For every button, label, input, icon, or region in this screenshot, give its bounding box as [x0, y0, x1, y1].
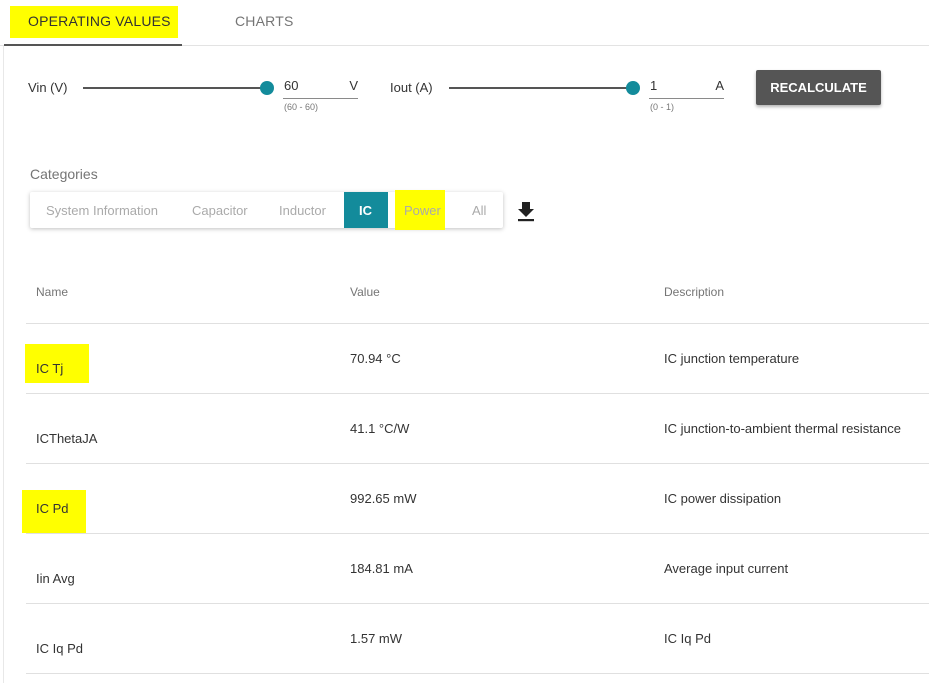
row-value: 41.1 °C/W [350, 421, 410, 436]
iout-slider-thumb[interactable] [626, 81, 640, 95]
row-description: IC power dissipation [664, 491, 782, 506]
categories-title: Categories [30, 166, 98, 182]
vin-range: (60 - 60) [284, 102, 319, 112]
iout-unit: A [715, 78, 724, 93]
column-header-value[interactable]: Value [350, 285, 380, 299]
category-label: Inductor [279, 203, 326, 218]
vin-slider-thumb[interactable] [260, 81, 274, 95]
row-name: Iin Avg [36, 571, 75, 586]
row-divider [26, 673, 929, 674]
iout-label: Iout (A) [390, 80, 433, 95]
row-divider [26, 323, 929, 324]
active-tab-indicator [4, 44, 182, 46]
category-label: IC [359, 203, 372, 218]
iout-slider-track[interactable] [449, 87, 633, 89]
row-divider [26, 533, 929, 534]
iout-value: 1 [650, 78, 658, 93]
tab-operating-values[interactable]: OPERATING VALUES [4, 0, 182, 46]
vin-value: 60 [284, 78, 299, 93]
vin-label: Vin (V) [28, 80, 68, 95]
category-label: System Information [46, 203, 158, 218]
column-header-description[interactable]: Description [664, 285, 724, 299]
category-inductor[interactable]: Inductor [263, 192, 344, 228]
row-value: 184.81 mA [350, 561, 413, 576]
row-description: IC junction-to-ambient thermal resistanc… [664, 421, 901, 436]
vin-input[interactable]: 60 V [283, 77, 358, 99]
row-divider [26, 393, 929, 394]
category-capacitor[interactable]: Capacitor [175, 192, 263, 228]
category-toggle-group: System Information Capacitor Inductor IC… [30, 190, 503, 230]
tab-charts[interactable]: CHARTS [228, 0, 298, 45]
tab-label: OPERATING VALUES [28, 13, 171, 29]
row-name: ICThetaJA [36, 431, 98, 446]
row-value: 992.65 mW [350, 491, 417, 506]
row-description: Average input current [664, 561, 789, 576]
category-label: All [472, 203, 487, 218]
vin-slider-track[interactable] [83, 87, 267, 89]
row-divider [26, 603, 929, 604]
tab-label: CHARTS [235, 13, 294, 29]
category-ic[interactable]: IC [344, 192, 388, 228]
column-header-name[interactable]: Name [36, 285, 68, 299]
panel-border [3, 46, 4, 683]
row-value: 70.94 °C [350, 351, 401, 366]
download-icon[interactable] [516, 200, 536, 222]
iout-range: (0 - 1) [650, 102, 675, 112]
row-description: IC junction temperature [664, 351, 800, 366]
vin-unit: V [349, 78, 358, 93]
row-name: IC Tj [36, 361, 64, 376]
category-system-information[interactable]: System Information [30, 192, 175, 228]
tab-bar: OPERATING VALUES CHARTS [0, 0, 929, 46]
row-value: 1.57 mW [350, 631, 403, 646]
category-label: Power [404, 203, 441, 218]
recalculate-button[interactable]: RECALCULATE [756, 70, 881, 105]
category-power[interactable]: Power [395, 192, 445, 228]
iout-input[interactable]: 1 A [649, 77, 724, 99]
row-name: IC Pd [36, 501, 69, 516]
category-all[interactable]: All [458, 192, 503, 228]
row-divider [26, 463, 929, 464]
row-description: IC Iq Pd [664, 631, 711, 646]
row-name: IC Iq Pd [36, 641, 83, 656]
category-label: Capacitor [192, 203, 248, 218]
